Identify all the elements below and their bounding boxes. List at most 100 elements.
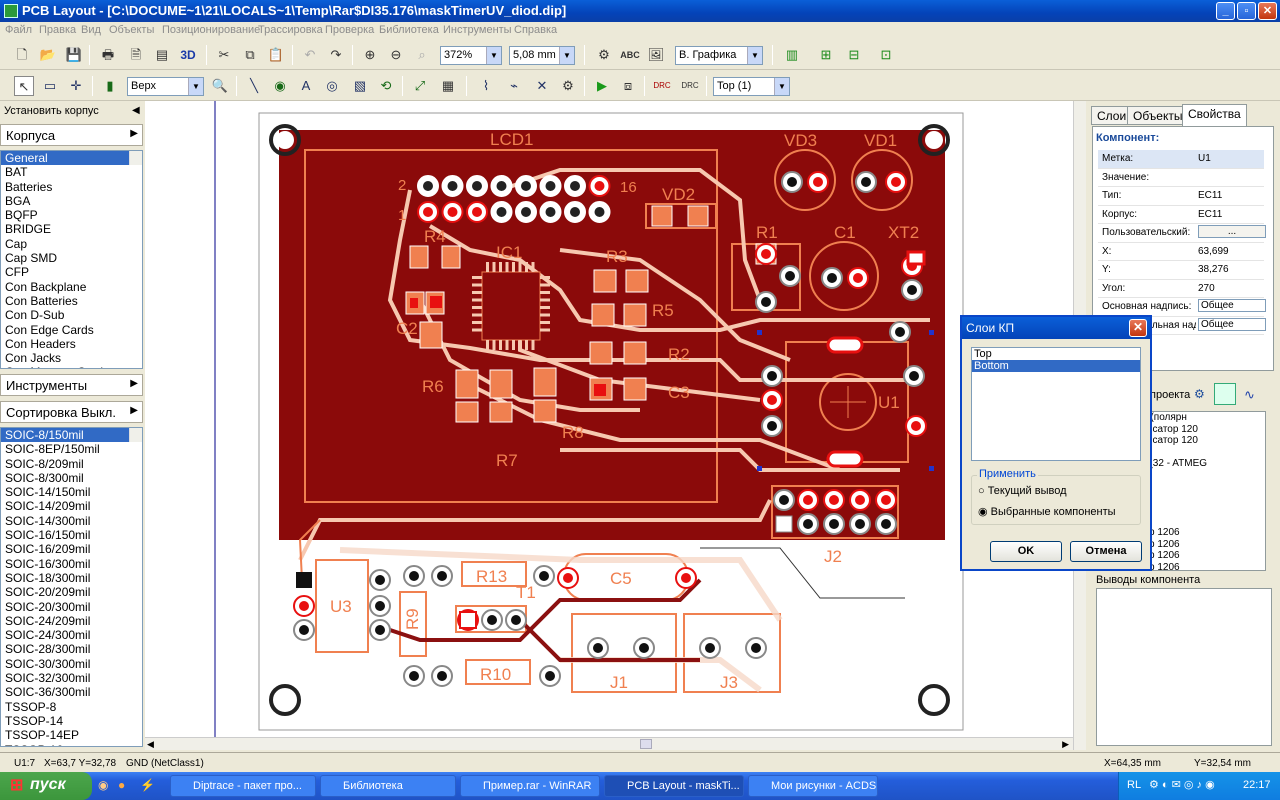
list-item[interactable]: TSSOP-14 [1,714,142,728]
menu-placement[interactable]: Позиционирование [162,24,260,36]
pcb-canvas[interactable]: LCD1 VD3 VD1 VD2 R1 C1 XT2 R4 IC1 R3 R5 C2 R2 R6 C3 U1 R… [145,101,1073,737]
pointer-icon[interactable]: ↖ [14,76,34,96]
property-value[interactable]: 63,699 [1198,246,1229,257]
task-diptrace[interactable]: Diptrace - пакет про... [170,775,316,797]
route-edit-icon[interactable]: ⌁ [504,76,524,96]
save-icon[interactable]: 💾 [64,45,84,65]
radio-current-pin[interactable]: ○ Текущий вывод [978,485,1067,497]
pins-list[interactable] [1096,588,1272,746]
menu-file[interactable]: Файл [5,24,32,36]
scroll-thumb[interactable] [640,739,652,749]
firefox-icon[interactable]: ● [118,778,125,792]
explorer-icon[interactable]: ⚡ [140,778,155,792]
route-icon[interactable]: ⌇ [476,76,496,96]
list-item[interactable]: SOIC-16/150mil [1,528,142,542]
list-item[interactable]: CFP [1,265,142,279]
property-row[interactable]: Значение: [1098,169,1264,187]
list-item[interactable]: SOIC-14/300mil [1,514,142,528]
zoom-fit-icon[interactable]: ⌕ [412,45,432,65]
property-row[interactable]: Пользовательский:... [1098,224,1266,243]
language-indicator[interactable]: RL [1127,779,1141,791]
tab-objects[interactable]: Объекты [1127,106,1189,125]
property-row[interactable]: Метка: U1 [1098,150,1264,169]
scroll-left-icon[interactable]: ◀ [147,739,154,750]
radio-selected-components[interactable]: ◉ Выбранные компоненты [978,505,1116,518]
install-package-label[interactable]: Установить корпус [4,105,99,117]
list-item[interactable]: Cap [1,237,142,251]
layers-list[interactable]: Top Bottom [971,347,1141,461]
list-item[interactable]: TSSOP-16 [1,743,142,746]
property-row[interactable]: Угол: 270 [1098,280,1264,298]
property-row[interactable]: Y: 38,276 [1098,261,1264,280]
list-item[interactable]: SOIC-24/300mil [1,628,142,642]
tools-header[interactable]: Инструменты ▶ [0,374,143,396]
list-item[interactable]: SOIC-18/300mil [1,571,142,585]
list-item[interactable]: SOIC-14/209mil [1,499,142,513]
horizontal-scrollbar[interactable]: ◀ ▶ [145,737,1073,750]
property-value[interactable]: U1 [1198,153,1211,164]
maximize-button[interactable]: ▫ [1237,2,1256,20]
origin-icon[interactable]: ✛ [66,76,86,96]
component-icon[interactable]: ▥ [782,45,802,65]
paste-icon[interactable]: 📋 [266,45,286,65]
list-item[interactable]: BRIDGE [1,222,142,236]
property-value[interactable]: Общее [1198,317,1266,331]
task-acdsee[interactable]: Мои рисунки - ACDS... [748,775,878,797]
property-value[interactable]: ... [1198,225,1266,238]
packages-header[interactable]: Корпуса ▶ [0,124,143,146]
quicklaunch-icon[interactable]: ◉ [98,778,108,792]
menu-view[interactable]: Вид [81,24,101,36]
layer-item-top[interactable]: Top [972,348,1140,360]
scroll-right-icon[interactable]: ▶ [1062,739,1069,750]
menu-edit[interactable]: Правка [39,24,76,36]
find-icon[interactable]: 🔍 [210,76,230,96]
drc-settings-icon[interactable]: DRC [680,76,700,96]
hole-icon[interactable]: ◎ [322,76,342,96]
list-item[interactable]: SOIC-36/300mil [1,685,142,699]
image-icon[interactable]: 🖼 [646,45,666,65]
redo-icon[interactable]: ↷ [326,45,346,65]
layer-item-bottom[interactable]: Bottom [972,360,1140,372]
list-item[interactable]: SOIC-24/209mil [1,614,142,628]
cut-icon[interactable]: ✂ [214,45,234,65]
layer-select[interactable]: Top (1) ▼ [713,77,790,96]
list-item[interactable]: SOIC-32/300mil [1,671,142,685]
spell-icon[interactable]: ABC [620,45,640,65]
list-item[interactable]: BQFP [1,208,142,222]
side-select[interactable]: Верх ▼ [127,77,204,96]
list-item[interactable]: Con Jacks [1,351,142,365]
list-item[interactable]: SOIC-8/150mil [1,428,142,443]
design-rules-icon[interactable]: ⚙ [594,45,614,65]
select-area-icon[interactable]: ▭ [40,76,60,96]
task-pcb-layout[interactable]: PCB Layout - maskTi... [604,775,744,797]
zoom-select[interactable]: 372% ▼ [440,46,502,65]
export-icon[interactable]: ⊡ [876,45,896,65]
cancel-button[interactable]: Отмена [1070,541,1142,562]
3d-view-icon[interactable]: 3D [178,45,198,65]
list-item[interactable]: SOIC-20/209mil [1,585,142,599]
netlist-icon[interactable]: ⊟ [844,45,864,65]
list-item[interactable]: Batteries [1,180,142,194]
property-value[interactable]: 38,276 [1198,264,1229,275]
list-item[interactable]: Con D-Sub [1,308,142,322]
library-list[interactable]: General BAT Batteries BGA BQFP BRIDGE Cap Cap S… [0,150,143,369]
tab-layers[interactable]: Слои [1091,106,1133,125]
collapse-arrow-icon[interactable]: ◀ [132,105,140,116]
unroute-icon[interactable]: ✕ [532,76,552,96]
task-winrar[interactable]: Пример.rar - WinRAR [460,775,600,797]
drc-icon[interactable]: DRC [652,76,672,96]
list-item[interactable]: SOIC-8EP/150mil [1,442,142,456]
list-item[interactable]: SOIC-16/300mil [1,557,142,571]
list-item[interactable]: SOIC-8/300mil [1,471,142,485]
tray-icons[interactable]: ⚙ ◐ ✉ ◎ ♪ ◉ [1149,778,1215,791]
report-icon[interactable]: ▤ [152,45,172,65]
property-value[interactable]: EC11 [1198,190,1222,201]
list-item[interactable]: Con Backplane [1,280,142,294]
list-item[interactable]: Cap SMD [1,251,142,265]
menu-help[interactable]: Справка [514,24,557,36]
start-button[interactable]: ⊞ пуск [0,772,92,800]
package-list[interactable]: SOIC-8/150mil SOIC-8EP/150mil SOIC-8/209mi… [0,427,143,747]
property-value[interactable]: Общее [1198,299,1266,312]
undo-icon[interactable]: ↶ [300,45,320,65]
property-value[interactable]: EC11 [1198,209,1222,220]
